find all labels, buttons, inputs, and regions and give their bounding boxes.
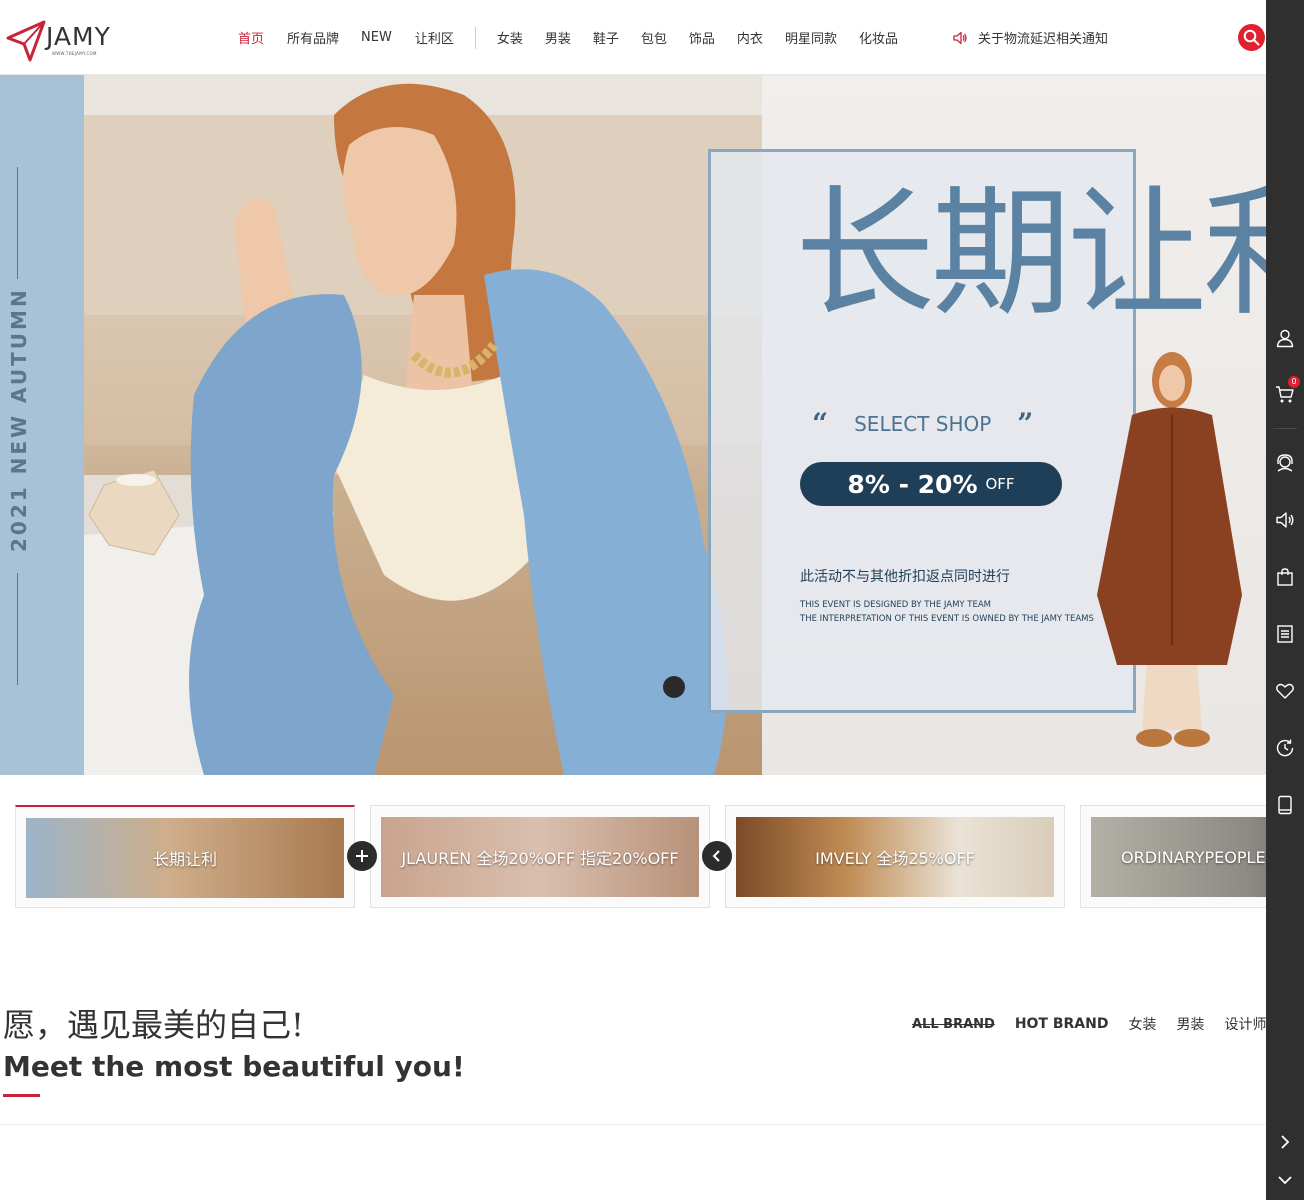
brand-tabs: ALL BRAND HOT BRAND 女装 男装 设计师 <box>912 1014 1266 1034</box>
speaker-icon <box>953 31 967 44</box>
slide-label: IMVELY 全场25%OFF <box>815 849 975 868</box>
dock-bag-button[interactable] <box>1266 559 1304 595</box>
tab-hot-brand[interactable]: HOT BRAND <box>1015 1016 1109 1032</box>
open-quote-icon: “ <box>812 407 829 440</box>
dock-collapse-button[interactable] <box>1266 1162 1304 1198</box>
slide-thumbnail: ORDINARYPEOPLE <box>1091 817 1266 897</box>
heart-icon <box>1276 683 1294 699</box>
dock-notice-button[interactable] <box>1266 502 1304 538</box>
dock-cart-button[interactable]: 0 <box>1266 376 1304 412</box>
list-icon <box>1277 625 1293 643</box>
tab-womens[interactable]: 女装 <box>1128 1014 1156 1034</box>
slogan-underline <box>3 1094 40 1097</box>
banner-carousel: 长期让利 JLAUREN 全场20%OFF 指定20%OFF IMVELY 全场… <box>0 800 1266 912</box>
carousel-add-button[interactable] <box>347 841 377 871</box>
promo-disclaimer-line2: THE INTERPRETATION OF THIS EVENT IS OWNE… <box>800 614 1094 624</box>
chevron-left-icon <box>712 850 720 862</box>
carousel-slide[interactable]: 长期让利 <box>15 805 355 908</box>
slide-label: JLAUREN 全场20%OFF 指定20%OFF <box>401 849 679 868</box>
nav-item-all-brands[interactable]: 所有品牌 <box>287 28 339 47</box>
logo-url: WWW.THEJAMY.COM <box>52 51 97 56</box>
notice-text: 关于物流延迟相关通知 <box>978 32 1109 47</box>
dock-history-button[interactable] <box>1266 730 1304 766</box>
promo-disclaimer-line1: THIS EVENT IS DESIGNED BY THE JAMY TEAM <box>800 600 992 610</box>
nav-item-underwear[interactable]: 内衣 <box>737 28 763 47</box>
tab-all-brand[interactable]: ALL BRAND <box>912 1017 995 1032</box>
dock-next-button[interactable] <box>1266 1124 1304 1160</box>
history-icon <box>1276 739 1294 757</box>
right-sidebar-dock: 0 <box>1266 0 1304 1200</box>
search-icon <box>1243 29 1260 46</box>
carousel-slide[interactable]: ORDINARYPEOPLE <box>1080 805 1266 908</box>
dock-orders-button[interactable] <box>1266 616 1304 652</box>
carousel-slide[interactable]: IMVELY 全场25%OFF <box>725 805 1065 908</box>
nav-item-bags[interactable]: 包包 <box>641 28 667 47</box>
nav-item-discount-zone[interactable]: 让利区 <box>415 28 454 47</box>
logo-mark-icon <box>6 20 46 62</box>
coat-model-image <box>1097 352 1242 747</box>
customer-service-icon <box>1277 454 1293 472</box>
slide-label: 长期让利 <box>152 850 217 869</box>
section-divider <box>0 1124 1266 1125</box>
main-nav: 首页 所有品牌 NEW 让利区 女装 男装 鞋子 包包 饰品 内衣 明星同款 化… <box>238 0 898 75</box>
site-header: JAMY WWW.THEJAMY.COM 首页 所有品牌 NEW 让利区 女装 … <box>0 0 1266 75</box>
discount-badge: 8% - 20% OFF <box>800 462 1062 506</box>
nav-item-celebrity[interactable]: 明星同款 <box>785 28 837 47</box>
slide-thumbnail: 长期让利 <box>26 818 344 898</box>
stripe-line-top <box>17 167 18 279</box>
tablet-icon <box>1278 795 1292 815</box>
carousel-prev-button[interactable] <box>702 841 732 871</box>
chevron-right-icon <box>1281 1135 1290 1149</box>
speaker-icon <box>1276 512 1294 528</box>
cart-count-badge: 0 <box>1288 376 1300 388</box>
dock-service-button[interactable] <box>1266 445 1304 481</box>
hero-vertical-text: 2021 NEW AUTUMN <box>7 287 31 552</box>
nav-item-mens[interactable]: 男装 <box>545 28 571 47</box>
close-quote-icon: ” <box>1017 407 1034 440</box>
site-logo[interactable]: JAMY WWW.THEJAMY.COM <box>6 20 116 62</box>
slogan-chinese: 愿，遇见最美的自己! <box>3 1006 304 1044</box>
nav-separator <box>474 26 476 49</box>
nav-item-new[interactable]: NEW <box>361 30 392 45</box>
nav-item-accessories[interactable]: 饰品 <box>689 28 715 47</box>
dock-favorites-button[interactable] <box>1266 673 1304 709</box>
notice-link[interactable]: 关于物流延迟相关通知 <box>952 28 1108 47</box>
chevron-down-icon <box>1278 1176 1292 1185</box>
tab-mens[interactable]: 男装 <box>1176 1014 1204 1034</box>
nav-item-womens[interactable]: 女装 <box>497 28 523 47</box>
nav-item-shoes[interactable]: 鞋子 <box>593 28 619 47</box>
promo-title: 长期让利 <box>795 173 1266 336</box>
tab-designer[interactable]: 设计师 <box>1224 1014 1266 1034</box>
select-shop-heading: “ SELECT SHOP ” <box>812 407 1033 440</box>
slide-label: ORDINARYPEOPLE <box>1121 847 1266 867</box>
dock-separator <box>1273 428 1297 429</box>
dock-mobile-button[interactable] <box>1266 787 1304 823</box>
slide-thumbnail: IMVELY 全场25%OFF <box>736 817 1054 897</box>
promo-disclaimer: THIS EVENT IS DESIGNED BY THE JAMY TEAM … <box>800 598 1094 626</box>
discount-suffix: OFF <box>985 475 1015 493</box>
logo-text: JAMY <box>46 22 111 51</box>
dock-user-button[interactable] <box>1266 320 1304 356</box>
discount-range: 8% - 20% <box>847 469 978 499</box>
search-button[interactable] <box>1238 24 1265 51</box>
hero-model-photo <box>84 75 762 775</box>
slogan-english: Meet the most beautiful you! <box>3 1050 465 1083</box>
shopping-bag-icon <box>1277 568 1293 586</box>
carousel-slide[interactable]: JLAUREN 全场20%OFF 指定20%OFF <box>370 805 710 908</box>
select-shop-text: SELECT SHOP <box>854 411 992 436</box>
user-icon <box>1276 329 1294 348</box>
nav-item-home[interactable]: 首页 <box>238 28 264 47</box>
nav-item-cosmetics[interactable]: 化妆品 <box>859 28 898 47</box>
model-illustration <box>84 75 762 775</box>
plus-icon <box>356 850 368 862</box>
hero-banner[interactable]: 2021 NEW AUTUMN 长期让利 “ SELECT SHOP ” <box>0 75 1266 775</box>
hero-side-stripe: 2021 NEW AUTUMN <box>0 75 84 775</box>
slide-thumbnail: JLAUREN 全场20%OFF 指定20%OFF <box>381 817 699 897</box>
promo-note: 此活动不与其他折扣返点同时进行 <box>800 569 1010 585</box>
stripe-line-bottom <box>17 573 18 685</box>
